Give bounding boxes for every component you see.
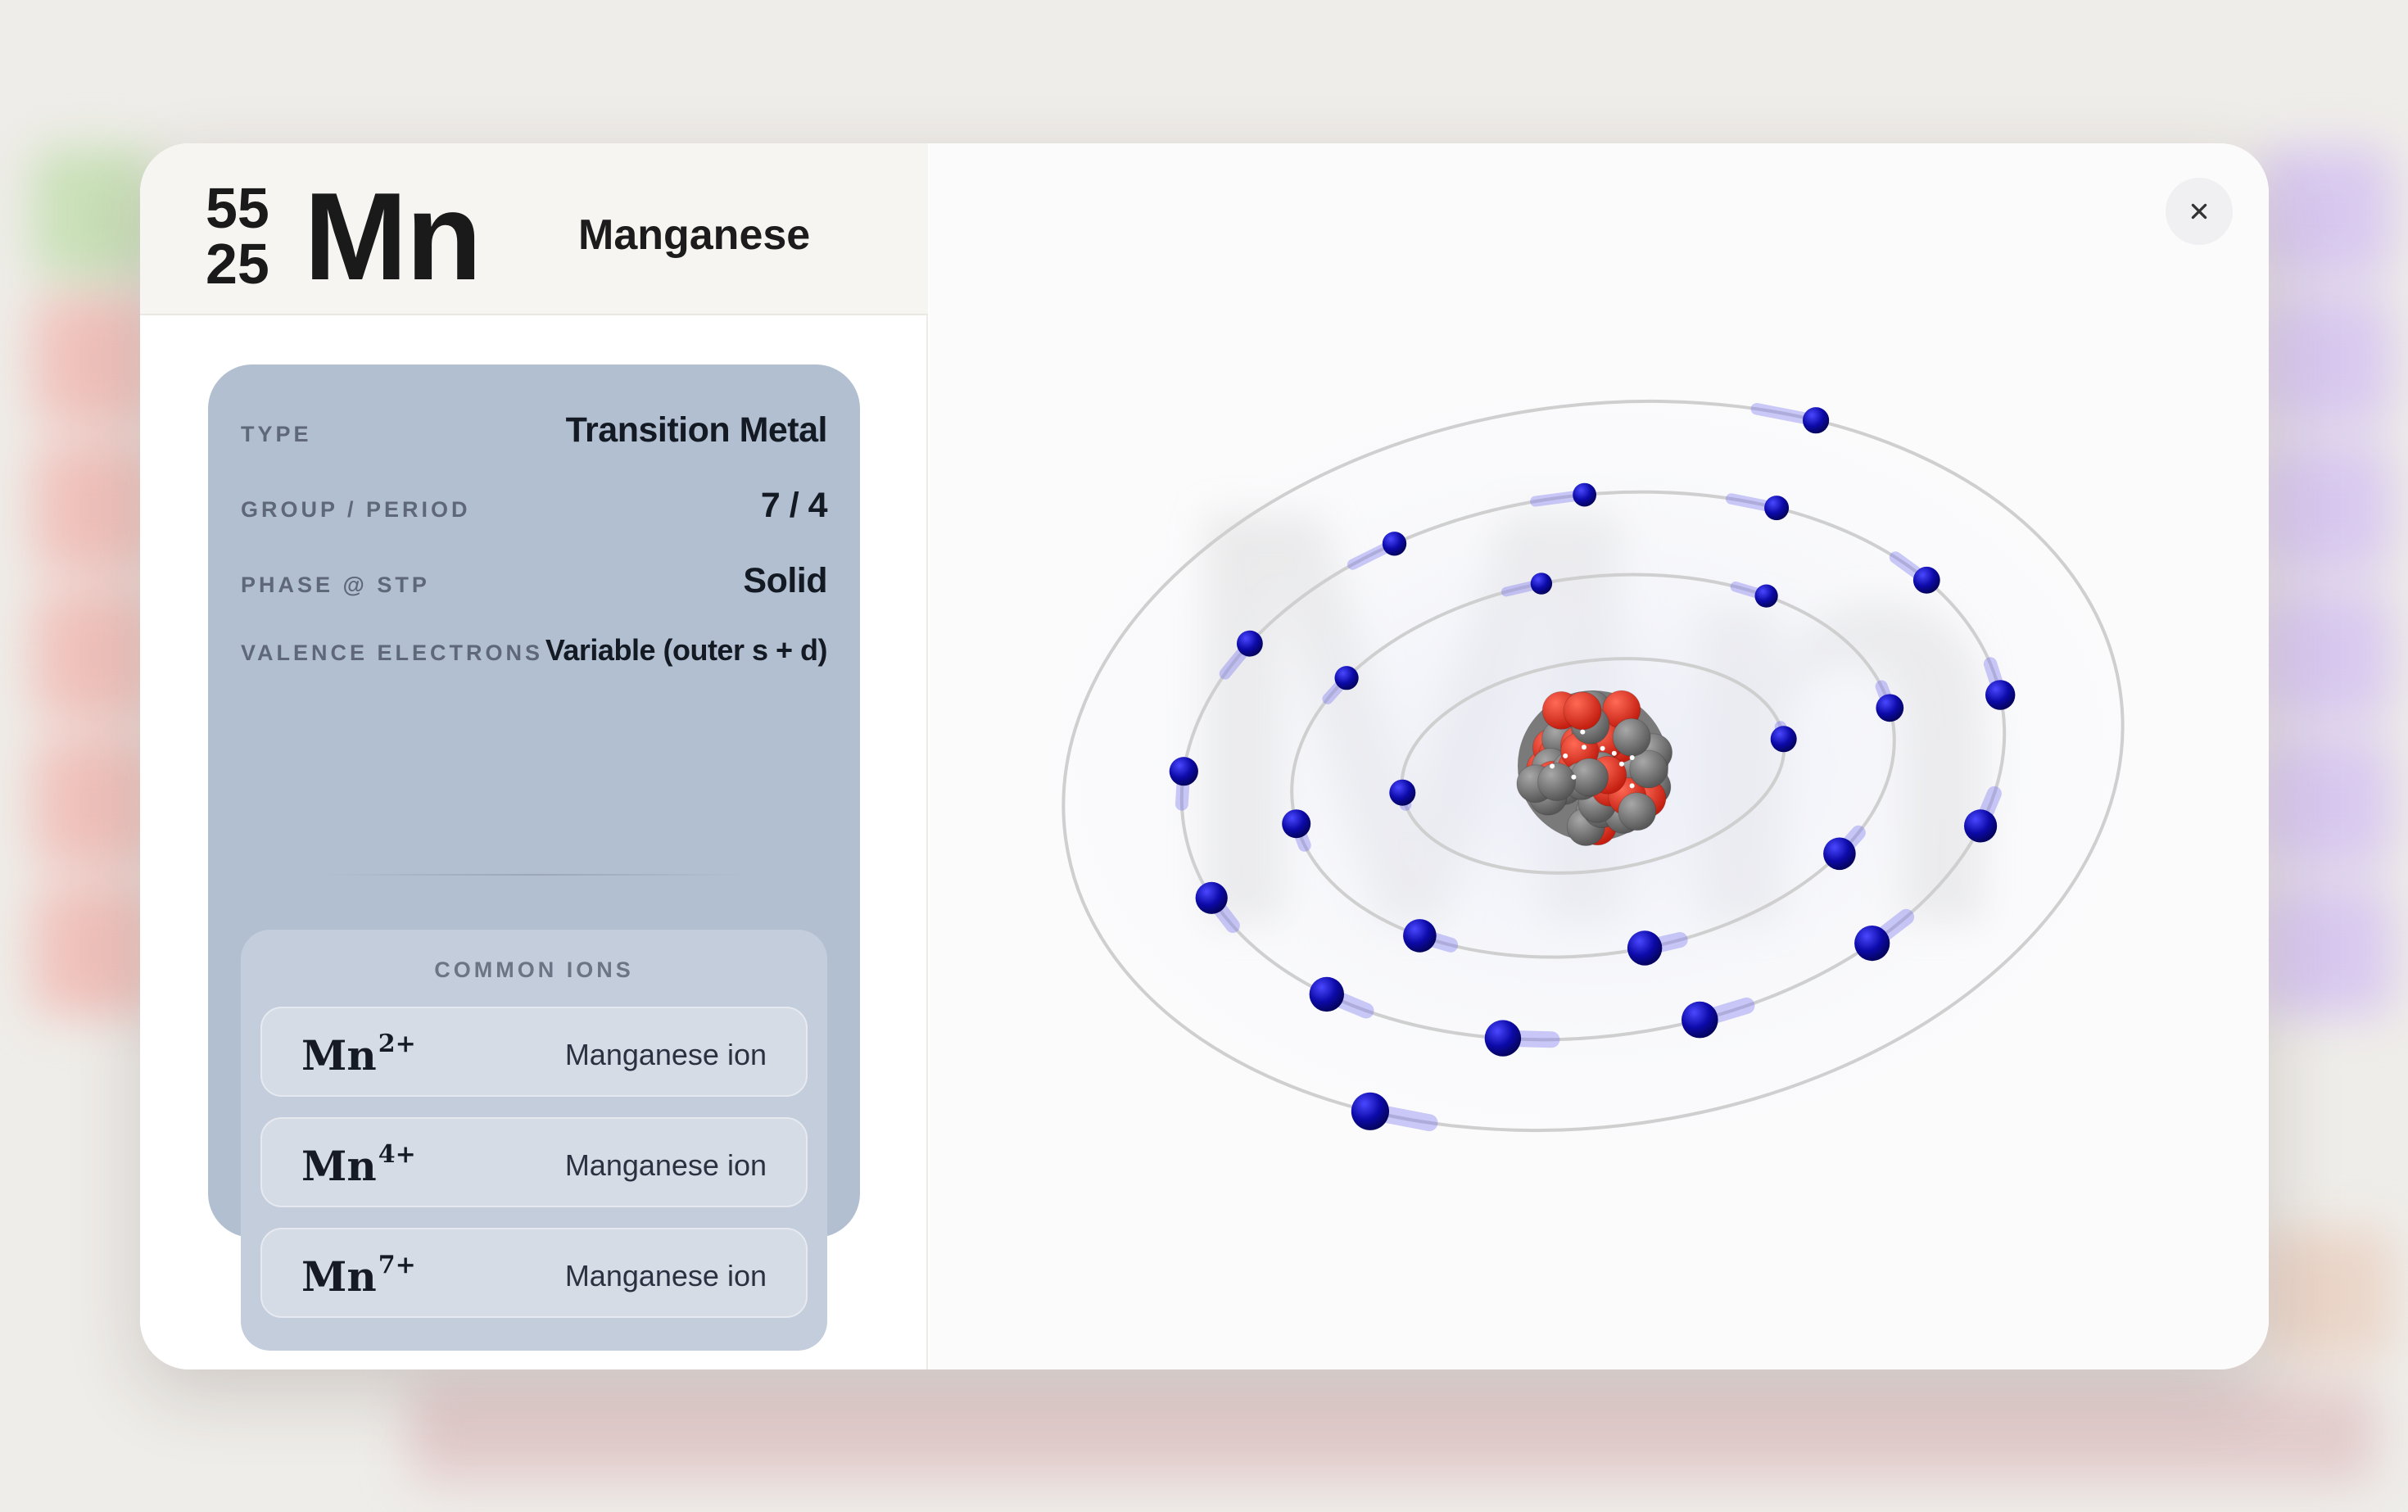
element-name: Manganese [578, 211, 811, 259]
bohr-model-canvas[interactable]: Mn [930, 143, 2269, 1369]
electron [1573, 482, 1596, 507]
proton [1563, 691, 1602, 731]
nucleus-highlight [1571, 774, 1577, 780]
electron [1530, 573, 1553, 595]
electron [1682, 1001, 1718, 1039]
neutron [1612, 718, 1651, 757]
electron [1854, 926, 1890, 962]
type-value: Transition Metal [565, 410, 828, 450]
electron [1764, 496, 1790, 521]
ion-formula: Mn4+ [301, 1140, 416, 1190]
mass-number: 55 [206, 176, 269, 240]
neutron [1618, 792, 1657, 831]
element-header: 55 25 Mn Manganese [140, 143, 928, 315]
electron [1237, 630, 1263, 657]
nucleus-highlight [1618, 761, 1624, 767]
valence-value: Variable (outer s + d) [545, 633, 828, 667]
group-period-label: GROUP / PERIOD [241, 497, 471, 522]
electron [1195, 881, 1228, 914]
neutron [1570, 758, 1609, 797]
nucleus-highlight [1550, 763, 1555, 769]
electron [1351, 1092, 1389, 1130]
electron [1803, 407, 1830, 434]
electron [1389, 779, 1416, 806]
nucleus-highlight [1580, 729, 1586, 735]
electron [1382, 532, 1407, 556]
ion-description: Manganese ion [564, 1259, 767, 1292]
electron [1282, 809, 1311, 839]
neutron [1537, 763, 1576, 801]
properties-card: TYPE Transition Metal GROUP / PERIOD 7 /… [208, 364, 860, 1351]
electron [1770, 726, 1797, 753]
nucleus-highlight [1582, 745, 1586, 750]
phase-value: Solid [743, 561, 827, 600]
nucleus-highlight [1629, 783, 1635, 789]
close-button[interactable] [2166, 178, 2233, 245]
ion-formula: Mn2+ [301, 1030, 416, 1080]
atomic-number: 25 [206, 232, 269, 296]
atom-layer: Mn [971, 340, 2216, 1192]
ion-row[interactable]: Mn4+ Manganese ion [260, 1117, 808, 1207]
phase-label: PHASE @ STP [241, 573, 430, 597]
ion-formula: Mn7+ [301, 1251, 416, 1301]
electron [1309, 976, 1344, 1012]
electron [1964, 809, 1998, 843]
ion-description: Manganese ion [564, 1148, 767, 1182]
nucleus-highlight [1563, 753, 1568, 758]
divider [323, 874, 745, 876]
electron [1484, 1020, 1522, 1057]
electron [1403, 919, 1437, 953]
electron [1912, 566, 1940, 594]
common-ions-title: COMMON IONS [434, 957, 634, 982]
electron [1334, 666, 1359, 690]
atom-model-view[interactable]: Mn [930, 143, 2269, 1369]
electron [1985, 680, 2016, 710]
nucleus-highlight [1611, 750, 1617, 756]
group-period-value: 7 / 4 [760, 486, 828, 525]
electron [1876, 694, 1904, 722]
close-icon [2191, 203, 2207, 220]
type-label: TYPE [241, 422, 312, 446]
ion-row[interactable]: Mn7+ Manganese ion [260, 1228, 808, 1318]
nucleus-highlight [1600, 745, 1605, 751]
electron [1627, 930, 1663, 966]
ion-row[interactable]: Mn2+ Manganese ion [260, 1007, 808, 1097]
element-detail-modal: 55 25 Mn Manganese TYPE Transition Metal… [140, 143, 2269, 1369]
nucleus-highlight [1629, 755, 1635, 760]
electron [1823, 837, 1856, 871]
common-ions-section: COMMON IONS Mn2+ Manganese ion Mn4+ Mang… [241, 930, 827, 1351]
electron [1169, 757, 1198, 786]
element-info-pane: 55 25 Mn Manganese TYPE Transition Metal… [140, 143, 928, 1369]
element-symbol: Mn [304, 167, 482, 306]
electron [1754, 584, 1778, 608]
ion-description: Manganese ion [564, 1038, 767, 1071]
valence-label: VALENCE ELECTRONS [241, 641, 544, 665]
